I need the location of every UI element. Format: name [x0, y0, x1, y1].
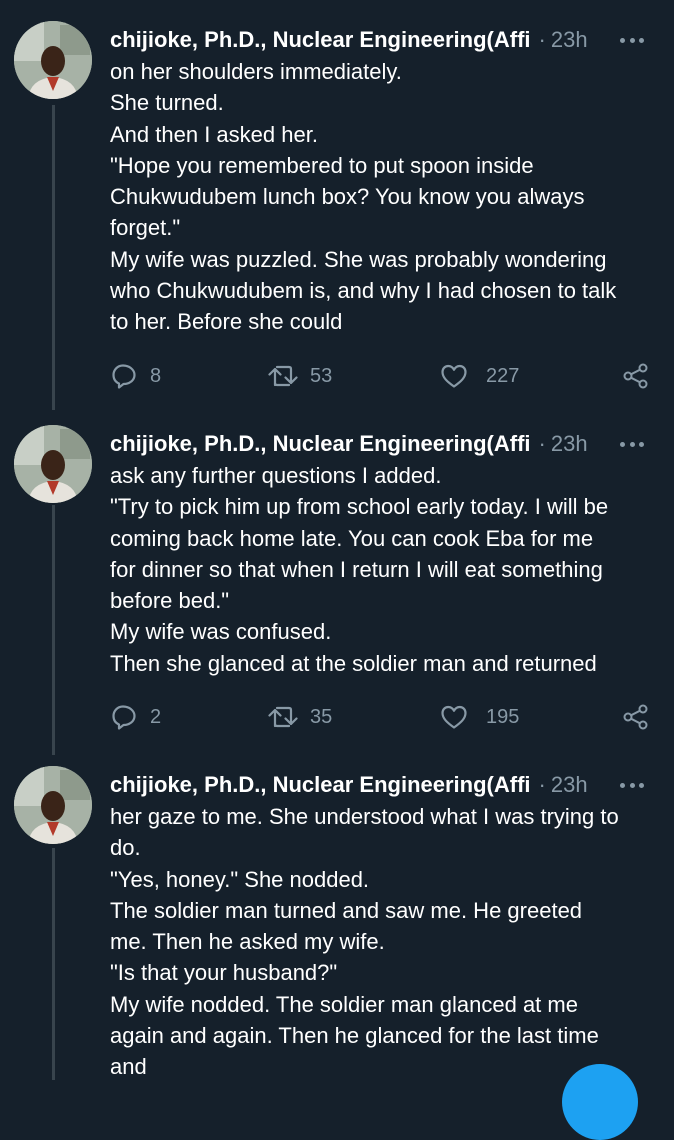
- tweet-text-line: her gaze to me. She understood what I wa…: [110, 804, 619, 829]
- reply-count: 2: [150, 705, 162, 728]
- reply-button[interactable]: 2: [110, 702, 161, 732]
- tweet-text-line: on her shoulders immediately.: [110, 59, 402, 84]
- tweet[interactable]: chijioke, Ph.D., Nuclear Engineering(Aff…: [0, 404, 674, 744]
- timestamp[interactable]: 23h: [551, 769, 588, 801]
- tweet[interactable]: chijioke, Ph.D., Nuclear Engineering(Aff…: [0, 0, 674, 405]
- reply-icon: [110, 703, 138, 731]
- like-count: 195: [486, 705, 520, 728]
- retweet-button[interactable]: 35: [268, 702, 332, 732]
- tweet-text-line: She turned.: [110, 90, 224, 116]
- tweet-text-line: "Yes, honey." She nodded.: [110, 866, 370, 892]
- tweet-text-line: Then she glanced at the soldier man and …: [110, 650, 597, 676]
- tweet-text-line: do.: [110, 835, 141, 861]
- like-button[interactable]: 195: [440, 702, 519, 732]
- share-button[interactable]: [622, 702, 650, 732]
- retweet-count: 35: [310, 705, 333, 728]
- author-name[interactable]: chijioke, Ph.D., Nuclear Engineering(Aff…: [110, 769, 531, 801]
- tweet-text-line: before bed.": [110, 588, 230, 614]
- tweet-text-line: me. Then he asked my wife.: [110, 929, 385, 955]
- tweet-text-line: "Is that your husband?": [110, 960, 338, 986]
- retweet-icon: [268, 363, 298, 389]
- like-button[interactable]: 227: [440, 361, 519, 391]
- avatar[interactable]: [14, 21, 92, 99]
- timestamp[interactable]: 23h: [551, 24, 588, 56]
- tweet-text-line: "Try to pick him up from school early to…: [110, 494, 609, 520]
- tweet-actions: 8 53 227: [110, 361, 650, 391]
- reply-count: 8: [150, 364, 162, 387]
- share-icon: [622, 362, 650, 390]
- tweet[interactable]: chijioke, Ph.D., Nuclear Engineering(Aff…: [0, 745, 674, 1080]
- tweet-text: on her shoulders immediately. She turned…: [110, 56, 655, 338]
- tweet-text: her gaze to me. She understood what I wa…: [110, 801, 655, 1083]
- more-options-icon[interactable]: [620, 438, 644, 450]
- heart-icon: [440, 363, 468, 389]
- tweet-header: chijioke, Ph.D., Nuclear Engineering(Aff…: [110, 769, 654, 801]
- author-name[interactable]: chijioke, Ph.D., Nuclear Engineering(Aff…: [110, 24, 531, 56]
- avatar[interactable]: [14, 766, 92, 844]
- tweet-text-line: "Hope you remembered to put spoon inside: [110, 152, 534, 178]
- tweet-text-line: The soldier man turned and saw me. He gr…: [110, 897, 583, 923]
- separator: ·: [538, 772, 546, 797]
- separator: ·: [538, 27, 546, 52]
- timestamp[interactable]: 23h: [551, 428, 588, 460]
- more-options-icon[interactable]: [620, 34, 644, 46]
- tweet-text-line: again and again. Then he glanced for the…: [110, 1023, 599, 1049]
- tweet-text-line: ask any further questions I added.: [110, 463, 442, 488]
- retweet-icon: [268, 704, 298, 730]
- more-options-icon[interactable]: [620, 779, 644, 791]
- heart-icon: [440, 704, 468, 730]
- tweet-header: chijioke, Ph.D., Nuclear Engineering(Aff…: [110, 24, 654, 56]
- tweet-text-line: Chukwudubem lunch box? You know you alwa…: [110, 184, 585, 210]
- share-icon: [622, 703, 650, 731]
- compose-tweet-button[interactable]: [562, 1064, 638, 1140]
- reply-icon: [110, 362, 138, 390]
- tweet-actions: 2 35 195: [110, 702, 650, 732]
- tweet-text-line: My wife was confused.: [110, 619, 332, 645]
- tweet-text-line: My wife nodded. The soldier man glanced …: [110, 991, 578, 1017]
- tweet-text-line: My wife was puzzled. She was probably wo…: [110, 246, 607, 272]
- tweet-text-line: forget.": [110, 215, 181, 241]
- retweet-count: 53: [310, 364, 333, 387]
- reply-button[interactable]: 8: [110, 361, 161, 391]
- tweet-text: ask any further questions I added. "Try …: [110, 460, 655, 679]
- separator: ·: [538, 431, 546, 456]
- tweet-text-line: to her. Before she could: [110, 309, 343, 335]
- tweet-text-line: coming back home late. You can cook Eba …: [110, 525, 594, 551]
- tweet-text-line: for dinner so that when I return I will …: [110, 556, 603, 582]
- retweet-button[interactable]: 53: [268, 361, 332, 391]
- tweet-text-line: who Chukwudubem is, and why I had chosen…: [110, 278, 617, 304]
- author-name[interactable]: chijioke, Ph.D., Nuclear Engineering(Aff…: [110, 428, 531, 460]
- avatar[interactable]: [14, 425, 92, 503]
- like-count: 227: [486, 364, 520, 387]
- tweet-header: chijioke, Ph.D., Nuclear Engineering(Aff…: [110, 428, 654, 460]
- tweet-text-line: And then I asked her.: [110, 121, 318, 147]
- share-button[interactable]: [622, 361, 650, 391]
